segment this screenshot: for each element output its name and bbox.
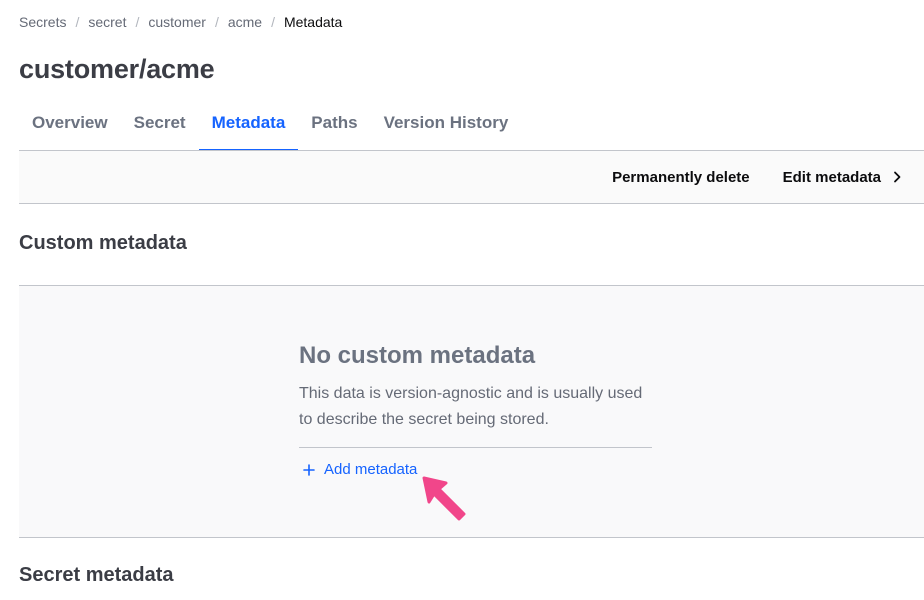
secret-metadata-heading: Secret metadata	[19, 564, 174, 586]
permanently-delete-button[interactable]: Permanently delete	[612, 169, 750, 186]
breadcrumb-current: Metadata	[283, 14, 343, 30]
custom-metadata-heading: Custom metadata	[19, 232, 187, 254]
breadcrumb-separator: /	[271, 14, 275, 30]
empty-state-divider	[299, 447, 652, 448]
tab-paths[interactable]: Paths	[298, 103, 370, 151]
plus-icon	[303, 463, 315, 476]
breadcrumb-acme[interactable]: acme	[228, 14, 262, 30]
tab-metadata[interactable]: Metadata	[198, 103, 299, 151]
add-metadata-label: Add metadata	[324, 461, 418, 478]
page-title: customer/acme	[19, 54, 215, 84]
edit-metadata-label: Edit metadata	[782, 168, 881, 186]
tab-secret[interactable]: Secret	[121, 103, 199, 151]
chevron-right-icon	[894, 171, 901, 183]
empty-state-message: This data is version-agnostic and is usu…	[299, 385, 643, 428]
add-metadata-link[interactable]: Add metadata	[303, 461, 417, 478]
permanently-delete-label: Permanently delete	[612, 168, 750, 186]
tab-version-history[interactable]: Version History	[371, 103, 522, 151]
breadcrumb-separator: /	[214, 14, 219, 30]
breadcrumb-separator: /	[75, 14, 80, 30]
pointer-arrow-icon	[422, 476, 466, 521]
breadcrumb: Secrets / secret / customer / acme / Met…	[19, 14, 342, 30]
empty-state-title: No custom metadata	[299, 342, 536, 369]
breadcrumb-secrets[interactable]: Secrets	[19, 14, 66, 30]
edit-metadata-button[interactable]: Edit metadata	[783, 169, 902, 186]
tab-overview[interactable]: Overview	[19, 103, 121, 151]
empty-state-content: No custom metadata This data is version-…	[299, 342, 652, 481]
breadcrumb-separator: /	[135, 14, 140, 30]
breadcrumb-secret[interactable]: secret	[88, 14, 126, 30]
tab-bar: Overview Secret Metadata Paths Version H…	[19, 103, 521, 151]
toolbar: Permanently delete Edit metadata	[19, 150, 924, 204]
breadcrumb-customer[interactable]: customer	[148, 14, 206, 30]
